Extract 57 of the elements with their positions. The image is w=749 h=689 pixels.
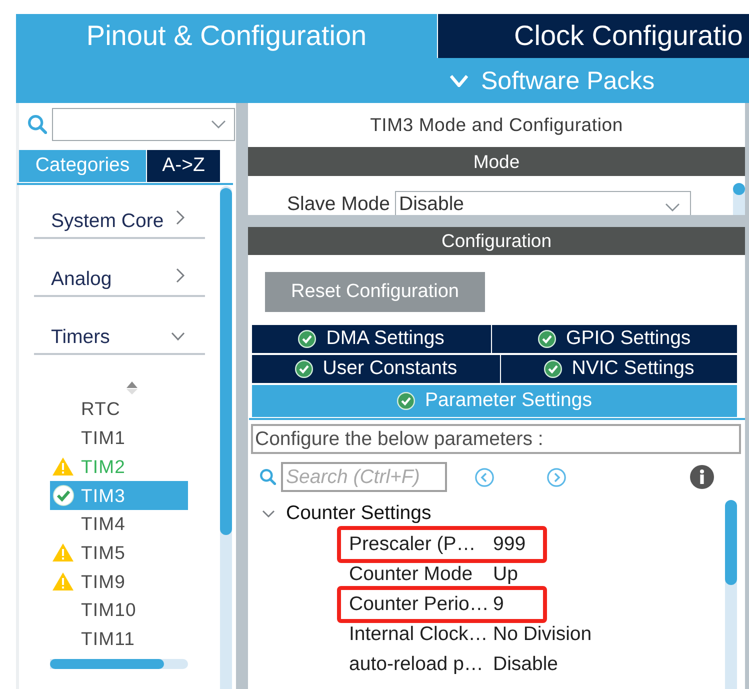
parameter-name: auto-reload p… [349, 652, 484, 678]
info-icon[interactable] [690, 465, 714, 489]
main-tab[interactable]: Clock Configuratio [437, 14, 749, 58]
peripheral-item[interactable]: TIM9 [50, 567, 188, 596]
check-icon [397, 392, 416, 410]
chevron-down-icon [211, 120, 226, 129]
up-arrow-icon[interactable] [126, 380, 138, 395]
parameter-value[interactable]: Up [493, 560, 518, 590]
category-item[interactable]: System Core [34, 186, 205, 239]
peripheral-item[interactable]: TIM10 [50, 596, 188, 624]
parameter-value[interactable]: 9 [493, 590, 504, 620]
field-label: Slave Mode [287, 193, 391, 215]
parameter-name: Internal Clock… [349, 622, 489, 648]
check-icon [544, 360, 562, 378]
warning-icon [52, 543, 74, 562]
chevron-down-icon [665, 203, 680, 212]
settings-tab[interactable]: GPIO Settings [492, 325, 737, 353]
section-header: Mode [248, 147, 745, 176]
parameter-value[interactable]: No Division [493, 620, 592, 650]
parameter-value[interactable]: Disable [493, 650, 558, 680]
scrollbar-thumb[interactable] [733, 183, 745, 195]
peripheral-item[interactable]: TIM1 [50, 424, 188, 452]
instruction-text: Configure the below parameters : [251, 424, 741, 454]
warning-icon [52, 572, 74, 591]
peripheral-item[interactable]: TIM5 [50, 538, 188, 568]
settings-tab[interactable]: NVIC Settings [500, 355, 738, 383]
section-header: Configuration [248, 227, 745, 255]
search-combobox[interactable] [52, 108, 235, 141]
parameter-value[interactable]: 999 [493, 530, 526, 560]
scrollbar-thumb[interactable] [725, 500, 737, 585]
parameter-name: Counter Perio… [349, 592, 490, 618]
settings-tab[interactable]: DMA Settings [252, 325, 491, 353]
search-icon [260, 469, 276, 485]
parameter-search-field[interactable]: Search (Ctrl+F) [281, 462, 447, 492]
category-item[interactable]: Timers [34, 297, 205, 355]
tree-group-toggle[interactable]: Counter Settings [262, 500, 432, 528]
chevron-down-icon [450, 74, 468, 86]
scrollbar-thumb[interactable] [220, 188, 232, 535]
parameter-name: Prescaler (P… [349, 532, 477, 558]
check-icon [538, 330, 556, 348]
warning-icon [52, 457, 74, 476]
check-icon [294, 360, 313, 378]
check-icon [52, 484, 74, 506]
scrollbar-thumb[interactable] [50, 659, 164, 670]
parameter-name: Counter Mode [349, 562, 474, 588]
search-icon [28, 115, 47, 134]
settings-tab[interactable]: User Constants [252, 355, 500, 383]
check-icon [298, 330, 316, 348]
peripheral-item[interactable]: RTC [50, 395, 188, 424]
peripheral-item[interactable]: TIM4 [50, 510, 188, 538]
next-icon[interactable] [547, 468, 566, 486]
view-tab[interactable]: A->Z [146, 150, 220, 182]
panel-title: TIM3 Mode and Configuration [369, 113, 624, 138]
peripheral-item[interactable]: TIM11 [50, 624, 188, 654]
mode-select[interactable]: Disable [395, 191, 691, 215]
category-item[interactable]: Analog [34, 239, 205, 297]
previous-icon[interactable] [475, 468, 494, 486]
